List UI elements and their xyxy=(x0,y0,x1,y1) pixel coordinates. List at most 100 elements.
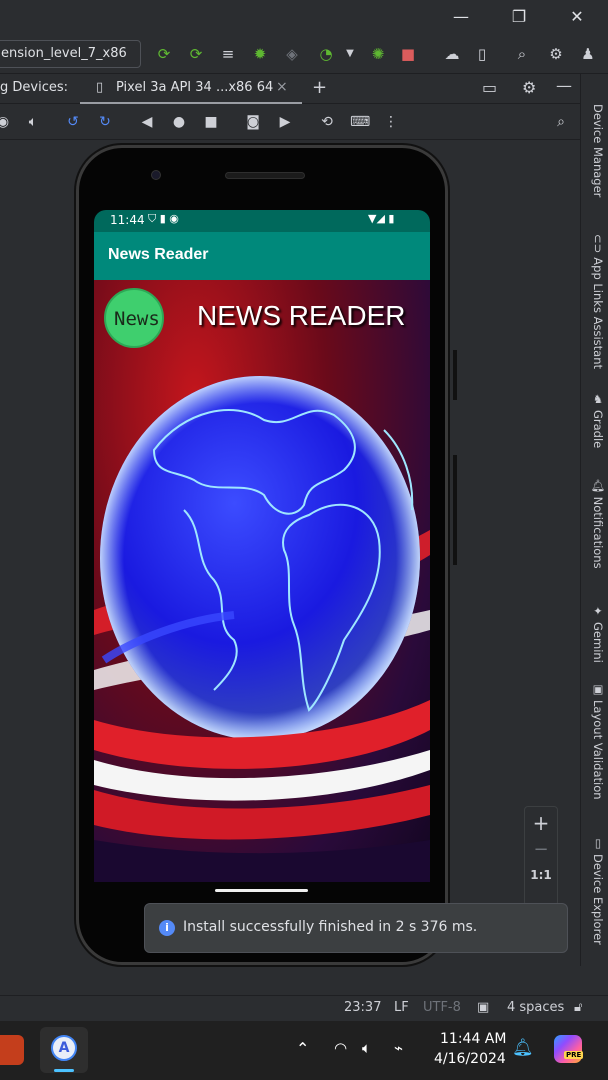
settings-icon[interactable]: ⚙ xyxy=(522,78,536,97)
front-camera xyxy=(151,170,161,180)
speaker-grille xyxy=(225,172,305,179)
lock-icon[interactable]: 🔓︎ xyxy=(574,1000,582,1015)
hide-panel-icon[interactable]: — xyxy=(556,76,572,95)
main-toolbar: ension_level_7_x86 ⟳ ⟳ ≡ ✹ ◈ ◔ ▼ ✺ ■ ☁ ▯… xyxy=(0,34,608,74)
link-icon: ⊂⊃ xyxy=(591,234,605,254)
screenshot-icon[interactable]: ◙ xyxy=(244,113,262,131)
lint-icon[interactable]: ▣ xyxy=(477,1000,489,1015)
back-icon[interactable]: ◀ xyxy=(138,113,156,131)
ide-status-bar: 23:37 LF UTF-8 ▣ 4 spaces 🔓︎ xyxy=(0,995,608,1021)
gradle-tab[interactable]: ♞Gradle xyxy=(585,392,605,448)
news-badge-text: News xyxy=(114,308,160,330)
snapshot-icon[interactable]: ⟲ xyxy=(318,113,336,131)
zoom-out-button[interactable]: − xyxy=(525,839,557,860)
running-devices-tabbar: g Devices: ▯ Pixel 3a API 34 ...x86 64 ×… xyxy=(0,74,580,104)
info-icon: i xyxy=(159,920,175,936)
volume-icon[interactable]: 🔈︎ xyxy=(24,113,42,131)
search-icon[interactable]: ⌕ xyxy=(512,44,532,64)
account-icon[interactable]: ♟ xyxy=(578,44,598,64)
tab-close-icon[interactable]: × xyxy=(276,79,288,95)
globe-illustration xyxy=(94,376,430,882)
app-title: News Reader xyxy=(108,246,209,263)
news-badge: News xyxy=(104,288,164,348)
app-bar: News Reader xyxy=(94,232,430,280)
running-devices-label: g Devices: xyxy=(0,80,68,95)
rotate-right-icon[interactable]: ↻ xyxy=(96,113,114,131)
active-indicator xyxy=(54,1069,74,1072)
run-configuration-select[interactable]: ension_level_7_x86 xyxy=(0,40,141,68)
right-tool-window-bar: Device Manager ⊂⊃App Links Assistant ♞Gr… xyxy=(580,74,608,966)
phone-volume-button xyxy=(453,455,457,565)
install-notification[interactable]: i Install successfully finished in 2 s 3… xyxy=(144,903,568,953)
gemini-tab[interactable]: ✦Gemini xyxy=(585,604,605,663)
debug-icon[interactable]: ✹ xyxy=(250,44,270,64)
device-manager-tab[interactable]: Device Manager xyxy=(585,104,605,197)
app-links-assistant-tab[interactable]: ⊂⊃App Links Assistant xyxy=(585,234,605,369)
notification-bell-icon[interactable]: 🔔︎ xyxy=(512,1038,534,1058)
phone-screen[interactable]: 11:44 ⛉ ▮ ◉ ▼◢ ▮ News Reader News NEWS R… xyxy=(94,210,430,882)
gesture-nav-handle[interactable] xyxy=(215,889,308,892)
minimize-button[interactable]: — xyxy=(450,6,472,28)
notifications-tab[interactable]: 🔔︎Notifications xyxy=(585,478,605,569)
copilot-pre-badge: PRE xyxy=(564,1051,584,1059)
status-system-icons: ▼◢ ▮ xyxy=(368,212,395,225)
battery-icon[interactable]: ⌁ xyxy=(394,1039,403,1057)
layout-validation-tab[interactable]: ▣Layout Validation xyxy=(585,682,605,800)
power-icon[interactable]: ◉ xyxy=(0,113,12,131)
line-separator[interactable]: LF xyxy=(394,1000,409,1015)
device-sync-icon[interactable]: ☁ xyxy=(442,44,462,64)
close-window-button[interactable]: ✕ xyxy=(566,6,588,28)
more-options-icon[interactable]: ⋮ xyxy=(382,113,400,131)
show-hidden-icons-chevron-icon[interactable]: ⌃ xyxy=(296,1039,309,1058)
stop-icon[interactable]: ■ xyxy=(398,44,418,64)
gradle-icon: ♞ xyxy=(591,392,605,406)
inspect-icon[interactable]: ⌕ xyxy=(552,113,570,131)
window-layout-icon[interactable]: ▭ xyxy=(482,78,497,97)
device-mirror-icon[interactable]: ▯ xyxy=(472,44,492,64)
attach-debugger-icon[interactable]: ◈ xyxy=(282,44,302,64)
device-explorer-tab[interactable]: ▯Device Explorer xyxy=(585,836,605,945)
sync-list-icon[interactable]: ≡ xyxy=(218,44,238,64)
home-icon[interactable]: ● xyxy=(170,113,188,131)
tab-label: Pixel 3a API 34 ...x86 64 xyxy=(116,80,274,95)
wifi-icon[interactable]: ◠ xyxy=(334,1039,347,1057)
apply-code-changes-icon[interactable]: ⟳ xyxy=(186,44,206,64)
android-status-bar: 11:44 ⛉ ▮ ◉ ▼◢ ▮ xyxy=(94,210,430,232)
install-message: Install successfully finished in 2 s 376… xyxy=(183,919,478,935)
add-device-button[interactable]: + xyxy=(312,77,327,98)
status-notification-icons: ⛉ ▮ ◉ xyxy=(148,212,179,225)
profile-icon[interactable]: ◔ xyxy=(316,44,336,64)
file-encoding[interactable]: UTF-8 xyxy=(423,1000,461,1015)
device-icon: ▯ xyxy=(96,80,104,95)
rotate-left-icon[interactable]: ↺ xyxy=(64,113,82,131)
clock-date[interactable]: 4/16/2024 xyxy=(434,1051,506,1067)
device-explorer-icon: ▯ xyxy=(591,836,605,850)
status-time: 11:44 xyxy=(110,213,145,227)
overview-icon[interactable]: ■ xyxy=(202,113,220,131)
apply-changes-restart-icon[interactable]: ⟳ xyxy=(154,44,174,64)
copilot-icon[interactable]: PRE xyxy=(554,1035,584,1063)
settings-icon[interactable]: ⚙ xyxy=(546,44,566,64)
clock-time[interactable]: 11:44 AM xyxy=(440,1031,506,1047)
window-titlebar: — ❐ ✕ xyxy=(0,0,608,34)
news-banner-image: News NEWS READER xyxy=(94,280,430,882)
layout-icon: ▣ xyxy=(591,682,605,696)
zoom-controls: + − 1:1 xyxy=(524,806,558,906)
phone-side-button xyxy=(453,350,457,400)
tab-pixel-3a[interactable]: ▯ Pixel 3a API 34 ...x86 64 × xyxy=(80,74,302,104)
zoom-in-button[interactable]: + xyxy=(525,811,557,835)
powerpoint-app-icon[interactable] xyxy=(0,1035,24,1065)
debug-attach-icon[interactable]: ✺ xyxy=(368,44,388,64)
keyboard-icon[interactable]: ⌨ xyxy=(350,113,370,131)
android-studio-taskbar-button[interactable]: A xyxy=(40,1027,88,1073)
restore-button[interactable]: ❐ xyxy=(508,6,530,28)
caret-position[interactable]: 23:37 xyxy=(344,1000,381,1015)
volume-icon[interactable]: 🔈︎ xyxy=(362,1039,371,1057)
more-run-options-icon[interactable]: ▼ xyxy=(340,44,360,64)
android-studio-icon: A xyxy=(51,1035,77,1061)
screen-record-icon[interactable]: ▶ xyxy=(276,113,294,131)
bell-icon: 🔔︎ xyxy=(591,478,605,493)
zoom-actual-size-button[interactable]: 1:1 xyxy=(525,868,557,882)
indent-setting[interactable]: 4 spaces xyxy=(507,1000,564,1015)
windows-taskbar: A ⌃ ◠ 🔈︎ ⌁ 11:44 AM 4/16/2024 🔔︎ PRE xyxy=(0,1021,608,1080)
